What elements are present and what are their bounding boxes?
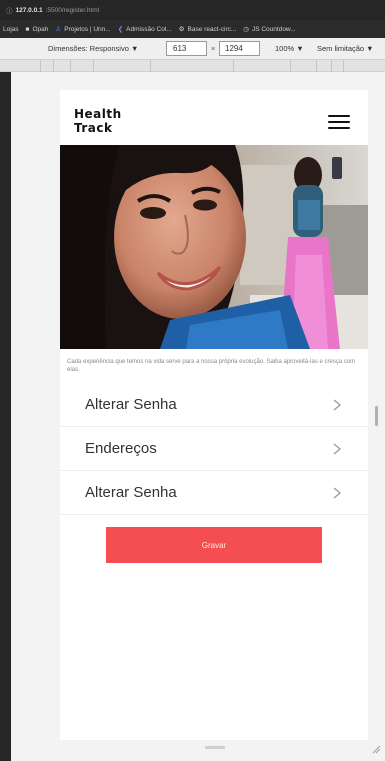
menu-item-alterar-senha-2[interactable]: Alterar Senha	[60, 471, 368, 515]
bookmarks-bar: Lojas ■ Opah ♙ Projetos | Unn... ❮ Admissão…	[0, 20, 385, 38]
logo-line-2: Track	[74, 121, 113, 135]
ruler-tick	[53, 60, 54, 72]
chevron-right-icon	[333, 443, 342, 455]
throttle-dropdown[interactable]: Sem limitação ▼	[317, 44, 374, 53]
gravar-button[interactable]: Gravar	[106, 527, 322, 563]
bottom-resize-handle[interactable]	[205, 746, 225, 749]
device-toolbar: Dimensões: Responsivo ▼ 613 × 1294 100% …	[0, 38, 385, 60]
height-input[interactable]: 1294	[219, 41, 260, 56]
media-query-ruler[interactable]	[0, 60, 385, 72]
clock-icon: ◷	[243, 26, 249, 33]
logo[interactable]: Health Track	[74, 107, 122, 135]
motivational-caption: Cada experiência que temos na vida serve…	[67, 359, 356, 373]
bookmark-item[interactable]: ⚙ Base react-circ...	[178, 25, 237, 34]
gear-icon: ⚙	[178, 26, 185, 33]
resize-corner-icon[interactable]	[371, 744, 381, 754]
arrow-icon: ❮	[117, 26, 124, 33]
ruler-tick	[150, 60, 151, 72]
bookmark-item[interactable]: Lojas	[3, 26, 19, 33]
bookmark-item[interactable]: ❮ Admissão Col...	[117, 25, 172, 34]
url-host: 127.0.0.1	[15, 6, 43, 14]
ruler-tick	[290, 60, 291, 72]
address-bar[interactable]: ⓘ 127.0.0.1:5500/register.html	[0, 0, 385, 20]
url-path: :5500/register.html	[45, 6, 100, 14]
person-icon: ♙	[55, 26, 62, 33]
menu-item-label: Alterar Senha	[85, 484, 177, 501]
menu-item-label: Endereços	[85, 440, 157, 457]
menu-item-label: Alterar Senha	[85, 396, 177, 413]
ruler-tick	[70, 60, 71, 72]
menu-item-alterar-senha[interactable]: Alterar Senha	[60, 383, 368, 427]
ruler-tick	[316, 60, 317, 72]
times-separator: ×	[211, 44, 216, 53]
width-input[interactable]: 613	[166, 41, 207, 56]
chevron-right-icon	[333, 399, 342, 411]
folder-icon: ■	[25, 25, 30, 33]
ruler-tick	[233, 60, 234, 72]
zoom-dropdown[interactable]: 100% ▼	[275, 44, 304, 53]
dimensions-dropdown[interactable]: Dimensões: Responsivo ▼	[48, 44, 138, 53]
bookmark-item[interactable]: ■ Opah	[26, 26, 49, 33]
ruler-tick	[331, 60, 332, 72]
chevron-right-icon	[333, 487, 342, 499]
info-icon[interactable]: ⓘ	[6, 5, 13, 15]
side-resize-handle[interactable]	[375, 406, 378, 426]
bookmark-item[interactable]: ◷ JS Countdow...	[243, 25, 295, 34]
logo-line-1: Health	[74, 107, 122, 121]
ruler-tick	[40, 60, 41, 72]
bookmark-item[interactable]: ♙ Projetos | Unn...	[55, 25, 110, 34]
ruler-tick	[93, 60, 94, 72]
hero-photo	[60, 145, 368, 349]
ruler-tick	[343, 60, 344, 72]
hamburger-menu-icon[interactable]	[328, 114, 350, 130]
left-panel-edge	[0, 72, 11, 761]
menu-item-enderecos[interactable]: Endereços	[60, 427, 368, 471]
app-page: Health Track Cada experiência que temos …	[60, 90, 368, 740]
